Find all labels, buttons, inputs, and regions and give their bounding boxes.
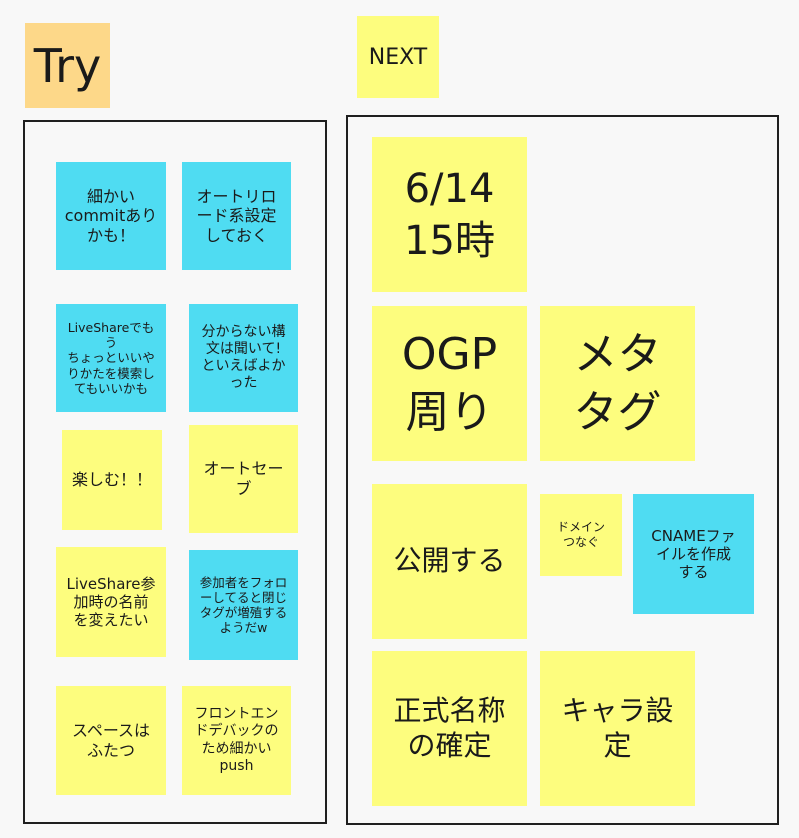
next-section-title[interactable]: NEXT (357, 16, 439, 98)
sticky-note[interactable]: LiveShareでもう ちょっといいや りかたを模索し てもいいかも (56, 304, 166, 412)
sticky-note[interactable]: キャラ設 定 (540, 651, 695, 806)
note-text: 公開する (393, 544, 506, 578)
sticky-note[interactable]: 楽しむ！！ (62, 430, 162, 530)
sticky-note[interactable]: フロントエン ドデバックの ため細かい push (182, 686, 291, 795)
note-text: スペースは ふたつ (71, 720, 151, 760)
note-text: LiveShareでもう ちょっといいや りかたを模索し てもいいかも (67, 319, 155, 396)
sticky-note[interactable]: 参加者をフォロ ーしてると閉じ タグが増殖する ようだw (189, 550, 298, 660)
note-text: オートセー ブ (203, 459, 284, 498)
note-text: OGP 周り (401, 329, 498, 438)
note-text: 正式名称 の確定 (393, 694, 506, 762)
note-text: 細かい commitあり かも！ (64, 186, 158, 245)
note-text: 6/14 15時 (404, 165, 495, 264)
note-text: キャラ設 定 (561, 694, 674, 762)
note-text: 参加者をフォロ ーしてると閉じ タグが増殖する ようだw (199, 574, 288, 636)
note-text: CNAMEファ イルを作成 する (651, 526, 736, 582)
sticky-note[interactable]: 分からない構 文は聞いて! といえばよか った (189, 304, 298, 412)
note-text: LiveShare参 加時の名前 を変えたい (66, 574, 156, 630)
next-title-text: NEXT (368, 44, 428, 70)
note-text: ドメイン つなぐ (556, 520, 605, 549)
sticky-note[interactable]: 6/14 15時 (372, 137, 527, 292)
sticky-note[interactable]: スペースは ふたつ (56, 686, 166, 795)
sticky-note[interactable]: 細かい commitあり かも！ (56, 162, 166, 270)
try-title-text: Try (33, 38, 102, 93)
sticky-note[interactable]: メタ タグ (540, 306, 695, 461)
sticky-note[interactable]: OGP 周り (372, 306, 527, 461)
sticky-note[interactable]: ドメイン つなぐ (540, 494, 622, 576)
sticky-note[interactable]: LiveShare参 加時の名前 を変えたい (56, 547, 166, 657)
note-text: オートリロ ード系設定 しておく (196, 186, 277, 245)
note-text: 分からない構 文は聞いて! といえばよか った (201, 323, 286, 392)
sticky-note[interactable]: CNAMEファ イルを作成 する (633, 494, 754, 614)
sticky-note[interactable]: オートセー ブ (189, 425, 298, 533)
note-text: フロントエン ドデバックの ため細かい push (194, 706, 279, 774)
sticky-note[interactable]: オートリロ ード系設定 しておく (182, 162, 291, 270)
sticky-note[interactable]: 公開する (372, 484, 527, 639)
sticky-note[interactable]: 正式名称 の確定 (372, 651, 527, 806)
note-text: 楽しむ！！ (71, 470, 152, 490)
note-text: メタ タグ (573, 329, 662, 438)
try-section-title[interactable]: Try (25, 23, 110, 108)
